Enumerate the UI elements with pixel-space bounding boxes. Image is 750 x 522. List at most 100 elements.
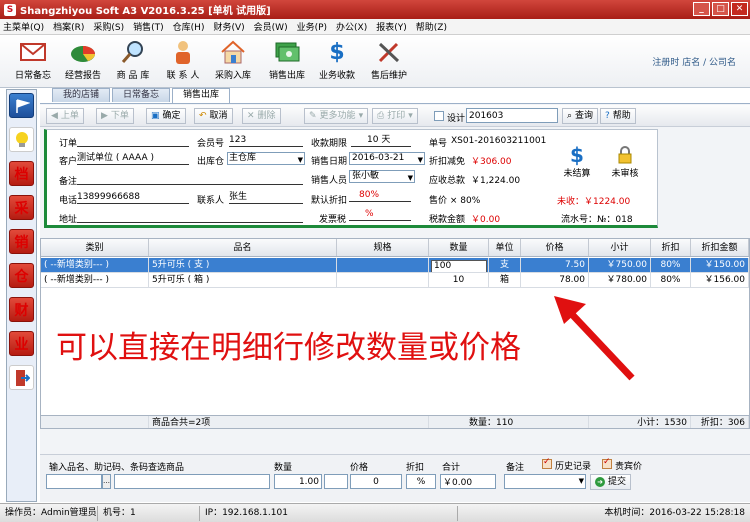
status-time: 本机时间：2016-03-22 15:28:18 (604, 507, 745, 518)
unpaid-amount: 未收：￥1224.00 (557, 197, 631, 207)
period-input[interactable] (466, 108, 558, 123)
table-row[interactable]: ( --新增类别--- ) 5升可乐 ( 箱 ) 10 箱 78.00 ￥780… (41, 273, 749, 288)
sidebar-bulb-icon[interactable] (9, 127, 34, 152)
design-checkbox[interactable] (434, 111, 444, 121)
prev-order-button[interactable]: ◀ 上单 (46, 108, 84, 124)
menu-warehouse[interactable]: 仓库(H) (173, 20, 205, 33)
memo-button[interactable]: 日常备忘 (8, 38, 58, 81)
grid-header: 类别 品名 规格 数量 单位 价格 小计 折扣 折扣金额 (41, 239, 749, 257)
submit-button[interactable]: ➜ 提交 (590, 474, 632, 490)
vip-price-checkbox[interactable]: ✓ (602, 457, 612, 469)
tab-my-shop[interactable]: 我的店铺 (52, 88, 111, 102)
menu-main[interactable]: 主菜单(Q) (3, 20, 44, 33)
qty-edit-input[interactable] (431, 259, 487, 272)
contacts-button[interactable]: 联 系 人 (158, 38, 208, 81)
col-spec[interactable]: 规格 (337, 239, 429, 256)
unsettled-button[interactable]: $ 未结算 (559, 144, 595, 179)
phone-field[interactable]: 13899966688 (77, 192, 189, 204)
receipt-button[interactable]: $ 业务收款 (312, 38, 362, 82)
price-rule-label: 售价 × 80% (429, 196, 481, 206)
help-icon: ? (605, 111, 610, 121)
member-field[interactable]: 123 (229, 135, 303, 147)
left-sidebar: 档 采 销 仓 财 业 (6, 89, 37, 502)
item-name-input[interactable] (114, 474, 270, 489)
menu-help[interactable]: 帮助(Z) (416, 20, 447, 33)
note-field[interactable] (77, 173, 303, 185)
menu-finance[interactable]: 财务(V) (213, 20, 244, 33)
menu-sales[interactable]: 销售(T) (133, 20, 164, 33)
annotation-arrow-icon (554, 296, 635, 381)
cancel-button[interactable]: ↶ 取消 (194, 108, 233, 124)
after-sales-button[interactable]: 售后维护 (364, 38, 414, 81)
discount-amount-value: ￥306.00 (471, 157, 512, 167)
discount-input[interactable] (406, 474, 436, 489)
report-button[interactable]: 经营报告 (58, 38, 108, 81)
unit-input[interactable] (324, 474, 348, 489)
col-qty[interactable]: 数量 (429, 239, 489, 256)
close-button[interactable]: ✕ (731, 2, 748, 16)
sidebar-archive-icon[interactable]: 档 (9, 161, 34, 186)
tab-daily-memo[interactable]: 日常备忘 (112, 88, 171, 102)
item-search-input[interactable] (46, 474, 102, 489)
sidebar-warehouse-icon[interactable]: 仓 (9, 263, 34, 288)
sidebar-flag-icon[interactable] (9, 93, 34, 118)
menu-report[interactable]: 报表(Y) (376, 20, 407, 33)
qty-label: 数量 (274, 463, 293, 473)
col-subtotal[interactable]: 小计 (589, 239, 651, 256)
unaudited-button[interactable]: 未审核 (607, 144, 643, 179)
menu-business[interactable]: 业务(P) (297, 20, 327, 33)
more-functions-button[interactable]: ✎ 更多功能 ▾ (304, 108, 369, 124)
customer-field[interactable]: 测试单位 ( AAAA ) (77, 153, 189, 165)
default-discount-field[interactable]: 80% (349, 190, 411, 202)
sales-out-button[interactable]: 销售出库 (262, 38, 312, 81)
status-ip: IP：192.168.1.101 (200, 505, 458, 521)
sidebar-business-icon[interactable]: 业 (9, 331, 34, 356)
tax-amount-value: ￥0.00 (471, 215, 501, 225)
sidebar-sales-icon[interactable]: 销 (9, 229, 34, 254)
save-icon: ▣ (151, 111, 160, 121)
warehouse-select[interactable]: 主仓库 ▼ (227, 152, 305, 165)
query-button[interactable]: ⌕ 查询 (562, 108, 599, 124)
col-category[interactable]: 类别 (41, 239, 149, 256)
minimize-button[interactable]: _ (693, 2, 710, 16)
wrench-icon: ✎ (309, 111, 317, 121)
menu-member[interactable]: 会员(W) (254, 20, 288, 33)
menu-purchase[interactable]: 采购(S) (93, 20, 124, 33)
col-price[interactable]: 价格 (521, 239, 589, 256)
menu-archive[interactable]: 档案(R) (53, 20, 84, 33)
item-picker-button[interactable]: … (102, 474, 111, 489)
delete-button[interactable]: ✕ 删除 (242, 108, 281, 124)
qty-edit-cell[interactable] (429, 258, 489, 272)
print-button[interactable]: ⎙ 打印 ▾ (372, 108, 418, 124)
next-order-button[interactable]: ▶ 下单 (96, 108, 134, 124)
col-unit[interactable]: 单位 (489, 239, 521, 256)
date-select[interactable]: 2016-03-21 ▼ (349, 152, 425, 165)
help-button[interactable]: ? 帮助 (600, 108, 636, 124)
entry-note-select[interactable]: ▼ (504, 474, 586, 489)
menu-office[interactable]: 办公(X) (336, 20, 367, 33)
history-checkbox[interactable]: ✓ (542, 457, 552, 469)
tab-sales-out[interactable]: 销售出库 (172, 88, 231, 103)
product-library-button[interactable]: 商 品 库 (108, 38, 158, 81)
total-input[interactable] (440, 474, 496, 489)
order-field[interactable] (77, 135, 189, 147)
sidebar-finance-icon[interactable]: 财 (9, 297, 34, 322)
sidebar-purchase-icon[interactable]: 采 (9, 195, 34, 220)
chevron-down-icon: ▼ (417, 156, 423, 164)
col-discount[interactable]: 折扣 (651, 239, 691, 256)
salesman-select[interactable]: 张小敏 ▼ (349, 170, 415, 183)
register-shop-name[interactable]: 注册时 店名 / 公司名 (652, 55, 736, 68)
price-input[interactable] (350, 474, 402, 489)
table-row[interactable]: ( --新增类别--- ) 5升可乐 ( 支 ) 支 7.50 ￥750.00 … (41, 258, 749, 273)
sidebar-exit-icon[interactable] (9, 365, 34, 390)
tax-rate-field[interactable]: % (349, 209, 411, 221)
maximize-button[interactable]: □ (712, 2, 729, 16)
credit-field[interactable]: 10 天 (351, 135, 411, 147)
confirm-button[interactable]: ▣ 确定 (146, 108, 186, 124)
col-discount-amount[interactable]: 折扣金额 (691, 239, 749, 256)
address-field[interactable] (77, 211, 303, 223)
col-name[interactable]: 品名 (149, 239, 337, 256)
qty-input[interactable] (274, 474, 322, 489)
contact-field[interactable]: 张生 (229, 192, 303, 204)
purchase-in-button[interactable]: 采购入库 (208, 38, 258, 81)
